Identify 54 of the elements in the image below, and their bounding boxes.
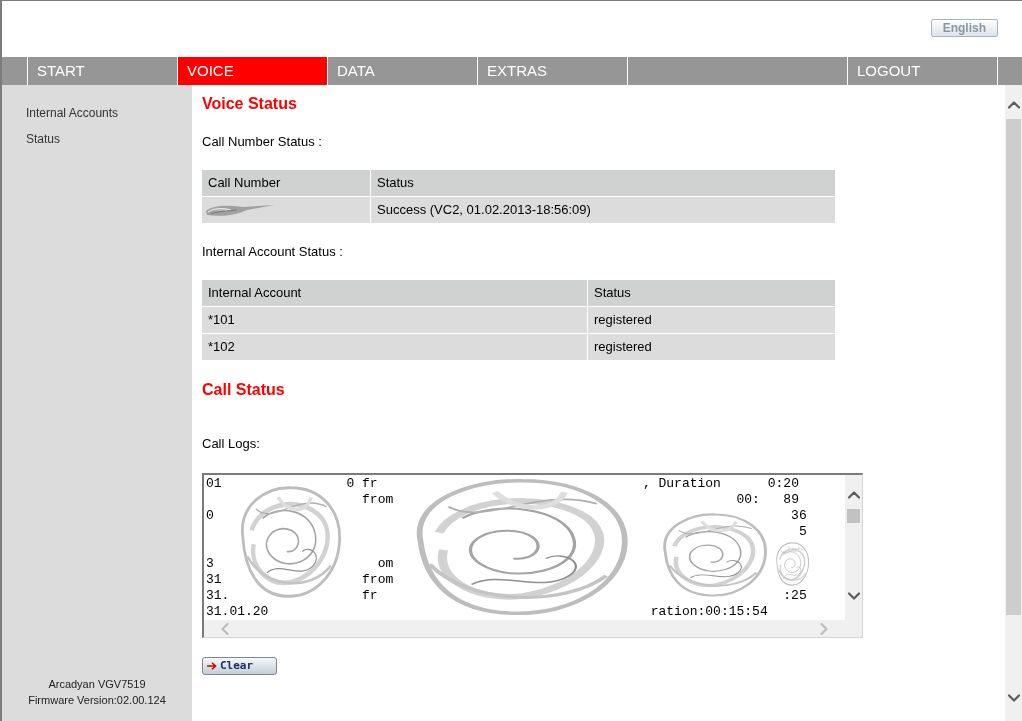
log-text: 00: <box>736 492 760 507</box>
page-scrollbar[interactable] <box>1005 85 1022 721</box>
scrollbar-thumb[interactable] <box>1006 119 1021 615</box>
chevron-left-icon[interactable] <box>221 622 229 635</box>
subsection-label: Call Number Status : <box>202 134 322 150</box>
section-heading: Voice Status <box>202 95 297 113</box>
chevron-right-icon[interactable] <box>820 622 828 635</box>
vertical-scrollbar[interactable] <box>845 475 862 620</box>
table-cell: Success (VC2, 01.02.2013-18:56:09) <box>371 197 835 223</box>
chevron-up-icon[interactable] <box>1007 101 1020 109</box>
log-text: 0 fr <box>346 476 378 491</box>
log-text: 31.01.20 <box>206 604 269 619</box>
table-header-cell: Status <box>371 170 835 196</box>
log-text: 01 <box>206 476 222 491</box>
log-text: 3 <box>206 556 214 571</box>
redaction-scribble <box>774 541 810 587</box>
chevron-down-icon[interactable] <box>847 592 860 600</box>
field-label: Call Logs: <box>202 436 260 452</box>
table-header-cell: Status <box>588 280 835 306</box>
log-text: 89 <box>783 492 799 507</box>
log-text: ration:00:15:54 <box>650 604 768 619</box>
table-header-cell: Call Number <box>202 170 370 196</box>
table-cell: registered <box>588 334 835 360</box>
log-text: from <box>362 492 394 507</box>
log-text: from <box>362 572 394 587</box>
table-cell: registered <box>588 307 835 333</box>
section-heading: Call Status <box>202 381 285 399</box>
language-button[interactable]: English <box>930 19 998 37</box>
log-text: 31 <box>206 572 222 587</box>
log-text: 36 <box>791 508 807 523</box>
log-text: fr <box>362 588 378 603</box>
log-text: om <box>377 556 394 571</box>
chevron-down-icon[interactable] <box>1007 694 1020 702</box>
log-text: 0:20 <box>767 476 799 491</box>
table-cell: *101 <box>202 307 587 333</box>
horizontal-scrollbar[interactable] <box>204 620 862 637</box>
table-cell: *102 <box>202 334 587 360</box>
sidebar-link[interactable]: Status <box>26 131 61 147</box>
log-text: 0 <box>206 508 214 523</box>
chevron-up-icon[interactable] <box>847 491 860 499</box>
log-text: 5 <box>798 524 807 539</box>
sidebar-link[interactable]: Internal Accounts <box>26 105 119 121</box>
subsection-label: Internal Account Status : <box>202 244 343 260</box>
arrow-right-icon <box>207 662 217 670</box>
table-header-cell: Internal Account <box>202 280 587 306</box>
device-model-text: Arcadyan VGV7519 <box>48 677 146 692</box>
clear-button[interactable]: Clear <box>202 657 277 675</box>
nav-tab[interactable]: VOICE <box>177 57 327 85</box>
call-log-field[interactable]: 01 0 fr , Duration 0:20 from 00: 89 0 36 5 3 om 31 from 31. fr :25 31.01.20 ration:00:15:54 <box>202 473 863 638</box>
log-text: :25 <box>783 588 807 603</box>
scrollbar-thumb[interactable] <box>847 509 860 523</box>
firmware-version-text: Firmware Version:02.00.124 <box>28 693 166 708</box>
log-text: 31. <box>206 588 230 603</box>
log-text: , Duration <box>642 476 721 491</box>
